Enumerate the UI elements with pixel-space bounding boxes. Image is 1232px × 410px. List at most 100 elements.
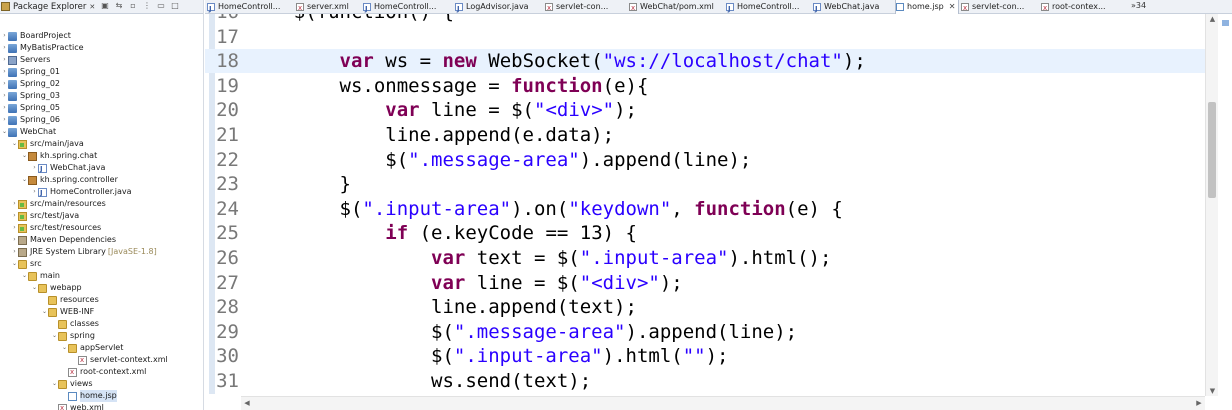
collapsed-arrow-icon[interactable]: › <box>1 102 8 114</box>
editor-tab[interactable]: HomeControll... <box>726 0 799 16</box>
minimize-icon[interactable]: ▭ <box>156 1 166 11</box>
tree-item[interactable]: › WebChat.java <box>0 162 105 175</box>
tree-item[interactable]: ⌄ spring <box>0 330 95 342</box>
collapsed-arrow-icon[interactable]: › <box>31 162 38 174</box>
collapsed-arrow-icon[interactable]: › <box>1 30 8 42</box>
collapsed-arrow-icon[interactable]: › <box>1 54 8 66</box>
code-line[interactable]: 19 ws.onmessage = function(e){ <box>205 74 1205 98</box>
collapsed-arrow-icon[interactable]: › <box>11 222 18 234</box>
code-line[interactable]: 26 var text = $(".input-area").html(); <box>205 246 1205 270</box>
tree-item[interactable]: ⌄ src <box>0 258 42 270</box>
code-editor[interactable]: 16 $(function() {1718 var ws = new WebSo… <box>205 14 1205 396</box>
ruler-mark[interactable] <box>1222 20 1229 26</box>
tree-item[interactable]: › MyBatisPractice <box>0 42 84 54</box>
code-line[interactable]: 21 line.append(e.data); <box>205 123 1205 147</box>
collapsed-arrow-icon[interactable]: › <box>11 234 18 246</box>
tree-item[interactable]: › JRE System Library [JavaSE-1.8] <box>0 246 157 258</box>
expanded-arrow-icon[interactable]: ⌄ <box>1 126 8 138</box>
link-with-editor-icon[interactable]: ⇆ <box>114 1 124 11</box>
tree-item[interactable]: ⌄ kh.spring.controller <box>0 174 118 186</box>
collapsed-arrow-icon[interactable]: › <box>11 198 18 210</box>
collapsed-arrow-icon[interactable]: › <box>31 186 38 198</box>
tree-item[interactable]: ⌄ views <box>0 378 93 390</box>
editor-tab[interactable]: servlet-con... <box>545 0 608 15</box>
editor-tab[interactable]: root-contex... <box>1041 0 1106 15</box>
code-line[interactable]: 16 $(function() { <box>205 14 1205 24</box>
tab-overflow-indicator[interactable]: »34 <box>1131 0 1146 12</box>
code-line[interactable]: 22 $(".message-area").append(line); <box>205 148 1205 172</box>
tree-item[interactable]: › Spring_06 <box>0 114 60 126</box>
scroll-left-icon[interactable]: ◀ <box>241 397 253 410</box>
scroll-right-icon[interactable]: ▶ <box>1193 397 1205 410</box>
expanded-arrow-icon[interactable]: ⌄ <box>21 270 28 282</box>
collapsed-arrow-icon[interactable]: › <box>11 246 18 258</box>
scroll-down-icon[interactable]: ▼ <box>1206 386 1219 396</box>
expanded-arrow-icon[interactable]: ⌄ <box>21 150 28 162</box>
code-line[interactable]: 29 $(".message-area").append(line); <box>205 320 1205 344</box>
overview-ruler[interactable] <box>1219 14 1232 396</box>
code-line[interactable]: 27 var line = $("<div>"); <box>205 271 1205 295</box>
tree-item[interactable]: › Spring_01 <box>0 66 60 78</box>
expanded-arrow-icon[interactable]: ⌄ <box>11 138 18 150</box>
horizontal-scrollbar[interactable]: ◀ ▶ <box>241 396 1205 410</box>
focus-icon[interactable]: ▫ <box>128 1 138 11</box>
expanded-arrow-icon[interactable]: ⌄ <box>31 282 38 294</box>
expanded-arrow-icon[interactable]: ⌄ <box>61 342 68 354</box>
expanded-arrow-icon[interactable]: ⌄ <box>41 306 48 318</box>
vertical-scroll-thumb[interactable] <box>1208 102 1216 198</box>
view-menu-icon[interactable]: ⋮ <box>142 1 152 11</box>
tree-item[interactable]: › Maven Dependencies <box>0 234 116 246</box>
code-line[interactable]: 20 var line = $("<div>"); <box>205 98 1205 122</box>
editor-tab[interactable]: servlet-con... <box>961 0 1024 15</box>
view-close-icon[interactable]: ✕ <box>89 3 95 11</box>
tree-item[interactable]: ⌄ WEB-INF <box>0 306 94 318</box>
collapsed-arrow-icon[interactable]: › <box>1 78 8 90</box>
tree-item[interactable]: › BoardProject <box>0 30 71 42</box>
tree-item[interactable]: › HomeController.java <box>0 186 131 199</box>
editor-tab[interactable]: server.xml <box>296 0 349 15</box>
tree-item[interactable]: ⌄ appServlet <box>0 342 123 354</box>
editor-tab[interactable]: HomeControll... <box>207 0 280 16</box>
code-line[interactable]: 28 line.append(text); <box>205 295 1205 319</box>
tree-item[interactable]: ⌄ WebChat <box>0 126 56 138</box>
vertical-scrollbar[interactable]: ▲ ▼ <box>1205 14 1218 396</box>
editor-tab[interactable]: home.jsp ✕ <box>895 0 960 14</box>
tree-item[interactable]: servlet-context.xml <box>0 354 168 366</box>
tree-item[interactable]: › Spring_03 <box>0 90 60 102</box>
tree-item[interactable]: › Spring_02 <box>0 78 60 90</box>
expanded-arrow-icon[interactable]: ⌄ <box>51 330 58 342</box>
tree-item[interactable]: › Spring_05 <box>0 102 60 114</box>
tree-item[interactable]: › src/test/java <box>0 210 79 222</box>
tree-item[interactable]: ⌄ main <box>0 270 60 282</box>
tree-item[interactable]: ⌄ webapp <box>0 282 82 294</box>
code-line[interactable]: 25 if (e.keyCode == 13) { <box>205 221 1205 245</box>
expanded-arrow-icon[interactable]: ⌄ <box>51 378 58 390</box>
collapsed-arrow-icon[interactable]: › <box>11 210 18 222</box>
tree-item[interactable]: › Servers <box>0 54 50 66</box>
collapsed-arrow-icon[interactable]: › <box>1 90 8 102</box>
code-line[interactable]: 30 $(".input-area").html(""); <box>205 344 1205 368</box>
expanded-arrow-icon[interactable]: ⌄ <box>11 258 18 270</box>
tree-item[interactable]: root-context.xml <box>0 366 146 378</box>
collapsed-arrow-icon[interactable]: › <box>1 66 8 78</box>
tree-item[interactable]: ⌄ kh.spring.chat <box>0 150 97 162</box>
editor-tab[interactable]: WebChat.java <box>813 0 879 16</box>
close-tab-icon[interactable]: ✕ <box>949 0 956 14</box>
code-line[interactable]: 23 } <box>205 172 1205 196</box>
expanded-arrow-icon[interactable]: ⌄ <box>21 174 28 186</box>
tree-item[interactable]: ⌄ src/main/java <box>0 138 84 150</box>
collapse-all-icon[interactable]: ▣ <box>100 1 110 11</box>
code-line[interactable]: 24 $(".input-area").on("keydown", functi… <box>205 197 1205 221</box>
collapsed-arrow-icon[interactable]: › <box>1 114 8 126</box>
tree-item[interactable]: › src/test/resources <box>0 222 101 234</box>
code-line[interactable]: 31 ws.send(text); <box>205 369 1205 393</box>
maximize-icon[interactable]: □ <box>170 1 180 11</box>
tree-item[interactable]: classes <box>0 318 99 330</box>
scroll-up-icon[interactable]: ▲ <box>1206 14 1219 24</box>
tree-item[interactable]: home.jsp <box>0 390 117 402</box>
editor-tab[interactable]: WebChat/pom.xml <box>629 0 714 15</box>
editor-tab[interactable]: HomeControll... <box>363 0 436 16</box>
editor-tab[interactable]: LogAdvisor.java <box>455 0 529 16</box>
tree-item[interactable]: web.xml <box>0 402 104 410</box>
tree-item[interactable]: › src/main/resources <box>0 198 106 210</box>
